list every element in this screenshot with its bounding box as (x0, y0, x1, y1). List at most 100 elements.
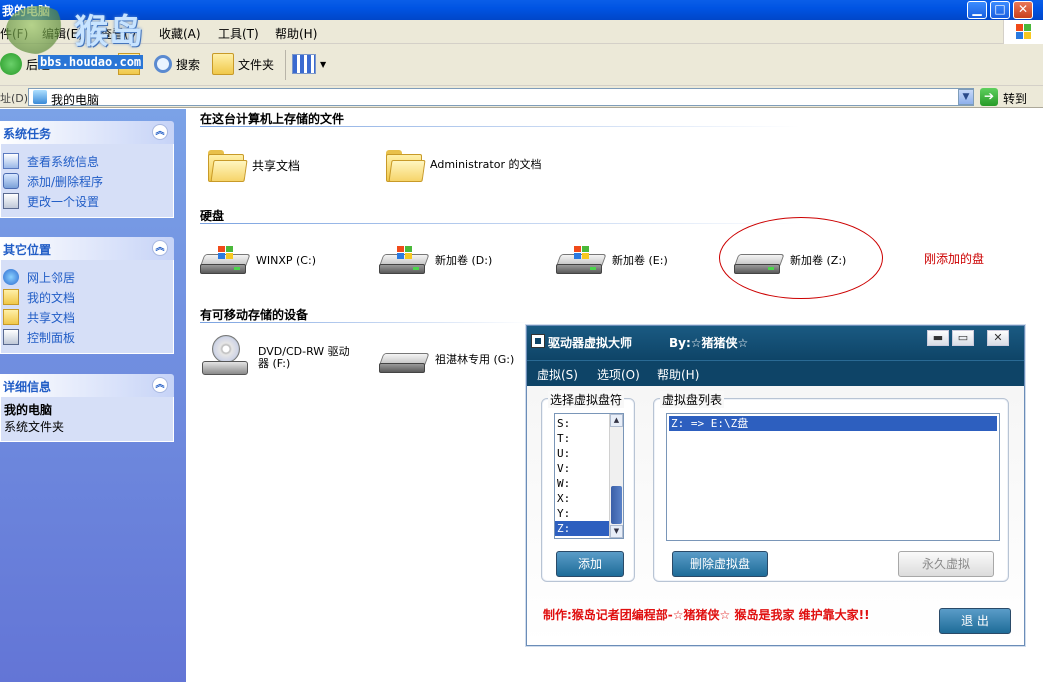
folders-button[interactable]: 文件夹 (212, 52, 274, 76)
group-title-stored-files: 在这台计算机上存储的文件 (200, 112, 345, 126)
annotation-circle (719, 217, 883, 299)
place-shared-documents[interactable]: 共享文档 (1, 307, 173, 327)
scroll-up-icon[interactable]: ▲ (610, 414, 623, 427)
scroll-down-icon[interactable]: ▼ (610, 525, 623, 538)
window-title: 我的电脑 (2, 4, 51, 18)
go-arrow-icon[interactable]: ➔ (980, 88, 998, 106)
drive-letter-group: 选择虚拟盘符 S: T: U: V: W: X: Y: Z: ▲ ▼ 添加 (541, 391, 635, 582)
details-type: 系统文件夹 (4, 420, 65, 434)
maximize-button[interactable]: □ (990, 1, 1010, 19)
permanent-virtual-button[interactable]: 永久虚拟 (898, 551, 994, 577)
up-folder-icon (118, 53, 140, 75)
add-remove-icon (3, 173, 19, 189)
drive-c[interactable]: WINXP (C:) (199, 240, 316, 280)
collapse-chevron-icon[interactable]: ︽ (152, 124, 168, 140)
views-grid-icon (292, 54, 316, 74)
group-divider (200, 322, 530, 323)
folder-icon (384, 146, 426, 184)
address-dropdown-button[interactable]: ▼ (958, 89, 974, 105)
place-control-panel[interactable]: 控制面板 (1, 327, 173, 347)
app-icon (531, 334, 545, 348)
folder-icon (206, 146, 248, 184)
address-input[interactable]: 我的电脑 (28, 88, 974, 107)
drive-d[interactable]: 新加卷 (D:) (378, 240, 492, 280)
task-add-remove-programs[interactable]: 添加/删除程序 (1, 171, 173, 191)
address-label: 址(D) (0, 92, 29, 105)
my-documents-icon (3, 289, 19, 305)
collapse-chevron-icon[interactable]: ︽ (152, 240, 168, 256)
task-pane: 系统任务 ︽ 查看系统信息 添加/删除程序 更改一个设置 其它位置 ︽ 网上邻居… (0, 109, 186, 682)
go-button[interactable]: 转到 (1003, 90, 1027, 107)
menu-favorites[interactable]: 收藏(A) (159, 25, 201, 42)
dialog-minimize-button[interactable]: ▬ (927, 330, 949, 346)
system-tasks-section: 系统任务 ︽ 查看系统信息 添加/删除程序 更改一个设置 (0, 121, 174, 218)
shared-folder-icon (3, 309, 19, 325)
drive-letter-group-label: 选择虚拟盘符 (548, 391, 625, 408)
address-value: 我的电脑 (51, 93, 100, 107)
virtual-drive-list-group: 虚拟盘列表 Z: => E:\Z盘 删除虚拟盘 永久虚拟 (653, 391, 1009, 582)
delete-virtual-drive-button[interactable]: 删除虚拟盘 (672, 551, 768, 577)
system-info-icon (3, 153, 19, 169)
control-panel-icon (3, 329, 19, 345)
details-section: 详细信息 ︽ 我的电脑 系统文件夹 (0, 374, 174, 442)
network-globe-icon (3, 269, 19, 285)
virtual-drive-list[interactable]: Z: => E:\Z盘 (666, 413, 1000, 541)
details-header[interactable]: 详细信息 ︽ (0, 374, 174, 397)
folder-admin-documents[interactable]: Administrator 的文档 (384, 146, 542, 184)
other-places-header[interactable]: 其它位置 ︽ (0, 237, 174, 260)
dialog-maximize-button[interactable]: ▭ (952, 330, 974, 346)
dialog-titlebar[interactable]: 驱动器虚拟大师 By:☆猪猪侠☆ ▬ ▭ ✕ (527, 326, 1024, 360)
minimize-button[interactable]: ▁ (967, 1, 987, 19)
task-change-setting[interactable]: 更改一个设置 (1, 191, 173, 211)
drive-e[interactable]: 新加卷 (E:) (555, 240, 668, 280)
menu-edit[interactable]: 编辑(E) (42, 25, 83, 42)
system-tasks-header[interactable]: 系统任务 ︽ (0, 121, 174, 144)
back-button[interactable]: 后退 (0, 52, 50, 76)
hard-drive-icon (555, 240, 607, 280)
dialog-menu-virtual[interactable]: 虚拟(S) (537, 366, 578, 383)
other-places-section: 其它位置 ︽ 网上邻居 我的文档 共享文档 控制面板 (0, 237, 174, 354)
dialog-menu-options[interactable]: 选项(O) (597, 366, 640, 383)
drive-letter-list[interactable]: S: T: U: V: W: X: Y: Z: ▲ ▼ (554, 413, 624, 539)
dvd-drive-icon (202, 335, 252, 381)
menu-view[interactable]: 查看(V) (100, 25, 142, 42)
dialog-menu-help[interactable]: 帮助(H) (657, 366, 699, 383)
exit-button[interactable]: 退 出 (939, 608, 1011, 634)
removable-drive-icon (378, 339, 430, 379)
up-folder-button[interactable] (118, 52, 144, 76)
drive-g[interactable]: 祖湛林专用 (G:) (378, 339, 514, 379)
menu-tools[interactable]: 工具(T) (218, 25, 259, 42)
virtual-drive-entry[interactable]: Z: => E:\Z盘 (669, 416, 997, 431)
toolbar-separator (285, 50, 286, 80)
hard-drive-icon (378, 240, 430, 280)
window-titlebar[interactable]: 我的电脑 ▁ □ ✕ (0, 0, 1043, 20)
search-button[interactable]: 搜索 (154, 52, 200, 76)
details-name: 我的电脑 (4, 403, 53, 417)
back-arrow-icon (0, 53, 22, 75)
windows-flag-icon (1016, 24, 1032, 40)
group-divider (200, 223, 800, 224)
folder-shared-documents[interactable]: 共享文档 (206, 146, 300, 184)
menu-file[interactable]: 件(F) (0, 25, 28, 42)
menu-bar: 件(F) 编辑(E) 查看(V) 收藏(A) 工具(T) 帮助(H) (0, 20, 1043, 44)
task-view-system-info[interactable]: 查看系统信息 (1, 151, 173, 171)
menu-help[interactable]: 帮助(H) (275, 25, 317, 42)
annotation-text: 刚添加的盘 (924, 252, 985, 266)
drive-letter-scrollbar[interactable]: ▲ ▼ (609, 414, 623, 538)
dialog-title: 驱动器虚拟大师 (548, 336, 633, 350)
dialog-body: 选择虚拟盘符 S: T: U: V: W: X: Y: Z: ▲ ▼ 添加 虚拟… (527, 386, 1024, 645)
place-network[interactable]: 网上邻居 (1, 267, 173, 287)
dialog-close-button[interactable]: ✕ (987, 330, 1009, 346)
toolbar: 后退 搜索 文件夹 ▼ (0, 44, 1043, 86)
close-button[interactable]: ✕ (1013, 1, 1033, 19)
folder-icon (212, 53, 234, 75)
drive-f-dvd[interactable]: DVD/CD-RW 驱动器 (F:) (202, 335, 358, 381)
views-button[interactable]: ▼ (292, 52, 326, 76)
scroll-thumb[interactable] (611, 486, 622, 524)
group-title-removable: 有可移动存储的设备 (200, 308, 309, 322)
credit-text: 制作:猴岛记者团编程部-☆猪猪侠☆ 猴岛是我家 维护靠大家!! (543, 608, 870, 622)
place-my-documents[interactable]: 我的文档 (1, 287, 173, 307)
virtual-drive-list-label: 虚拟盘列表 (660, 391, 725, 408)
add-button[interactable]: 添加 (556, 551, 624, 577)
collapse-chevron-icon[interactable]: ︽ (152, 377, 168, 393)
